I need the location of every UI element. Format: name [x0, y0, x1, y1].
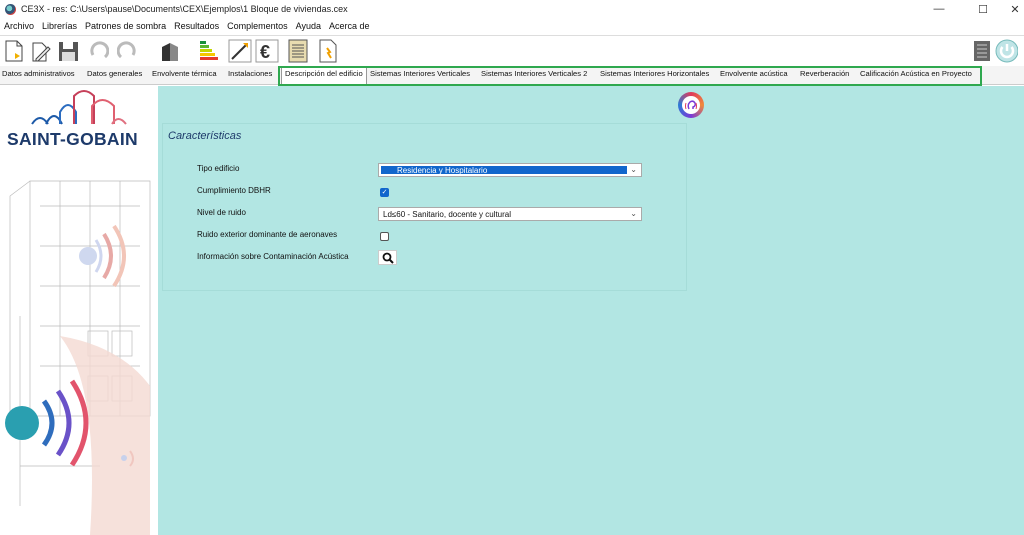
toolbar: €: [0, 35, 1024, 65]
cumplimiento-dbhr-label: Cumplimiento DBHR: [197, 186, 271, 195]
menu-acerca-de[interactable]: Acerca de: [325, 21, 374, 31]
menu-archivo[interactable]: Archivo: [0, 21, 38, 31]
window-title: CE3X - res: C:\Users\pause\Documents\CEX…: [21, 4, 348, 14]
acoustic-module-icon[interactable]: [678, 92, 704, 118]
redo-icon[interactable]: [116, 38, 140, 64]
nivel-ruido-select[interactable]: Ld≤60 - Sanitario, docente y cultural ⌄: [378, 207, 642, 221]
tipo-edificio-value: Residencia y Hospitalario: [397, 165, 488, 175]
sidebar: [0, 86, 158, 535]
minimize-button[interactable]: —: [922, 0, 956, 18]
search-icon: [382, 252, 394, 264]
improvement-measures-icon[interactable]: [228, 38, 252, 64]
save-icon[interactable]: [56, 38, 80, 64]
ruido-aeronaves-label: Ruido exterior dominante de aeronaves: [197, 230, 338, 239]
app-icon: [5, 3, 16, 15]
brand-name: SAINT-GOBAIN: [7, 129, 138, 149]
tab-sistemas-interiores-verticales[interactable]: Sistemas Interiores Verticales: [370, 69, 470, 78]
close-button[interactable]: ✕: [998, 0, 1024, 18]
tab-bar: Datos administrativos Datos generales En…: [0, 66, 1024, 85]
tab-sistemas-interiores-verticales-2[interactable]: Sistemas Interiores Verticales 2: [481, 69, 587, 78]
tipo-edificio-label: Tipo edificio: [197, 164, 240, 173]
info-contaminacion-label: Información sobre Contaminación Acústica: [197, 252, 349, 261]
euro-icon[interactable]: €: [255, 38, 279, 64]
menu-complementos[interactable]: Complementos: [223, 21, 292, 31]
menu-ayuda[interactable]: Ayuda: [292, 21, 325, 31]
info-contaminacion-search-button[interactable]: [378, 250, 397, 265]
building-icon[interactable]: [158, 38, 182, 64]
tab-reverberacion[interactable]: Reverberación: [800, 69, 849, 78]
tab-calificacion-acustica[interactable]: Calificación Acústica en Proyecto: [860, 69, 972, 78]
tab-instalaciones[interactable]: Instalaciones: [228, 69, 272, 78]
tab-datos-generales[interactable]: Datos generales: [87, 69, 142, 78]
sidebar-illustration: [5, 90, 151, 535]
cumplimiento-dbhr-checkbox[interactable]: ✓: [380, 188, 389, 197]
menu-bar: Archivo Librerías Patrones de sombra Res…: [0, 19, 374, 33]
tab-datos-administrativos[interactable]: Datos administrativos: [2, 69, 75, 78]
power-icon[interactable]: [994, 38, 1018, 64]
calculator-icon[interactable]: [970, 38, 994, 64]
tab-sistemas-interiores-horizontales[interactable]: Sistemas Interiores Horizontales: [600, 69, 709, 78]
sound-wave-graphic: [79, 224, 126, 288]
menu-librerias[interactable]: Librerías: [38, 21, 81, 31]
report-icon[interactable]: [286, 38, 310, 64]
saint-gobain-logo-mark: [31, 90, 127, 125]
tab-envolvente-termica[interactable]: Envolvente térmica: [152, 69, 217, 78]
tab-descripcion-edificio[interactable]: Descripción del edificio: [281, 67, 367, 84]
tipo-edificio-select[interactable]: Residencia y Hospitalario ⌄: [378, 163, 642, 177]
menu-patrones-sombra[interactable]: Patrones de sombra: [81, 21, 170, 31]
new-file-icon[interactable]: [2, 38, 26, 64]
ruido-aeronaves-checkbox[interactable]: [380, 232, 389, 241]
menu-resultados[interactable]: Resultados: [170, 21, 223, 31]
nivel-ruido-value: Ld≤60 - Sanitario, docente y cultural: [383, 209, 512, 219]
open-file-icon[interactable]: [28, 38, 52, 64]
tab-envolvente-acustica[interactable]: Envolvente acústica: [720, 69, 788, 78]
chevron-down-icon: ⌄: [630, 209, 637, 218]
energy-rating-icon[interactable]: [198, 38, 222, 64]
certificate-icon[interactable]: [316, 38, 340, 64]
svg-text:€: €: [260, 42, 270, 62]
chevron-down-icon: ⌄: [630, 165, 637, 174]
maximize-button[interactable]: ☐: [966, 0, 1000, 18]
nivel-ruido-label: Nivel de ruido: [197, 208, 246, 217]
undo-icon[interactable]: [86, 38, 110, 64]
title-bar: CE3X - res: C:\Users\pause\Documents\CEX…: [0, 0, 1024, 18]
section-title: Características: [168, 130, 242, 142]
